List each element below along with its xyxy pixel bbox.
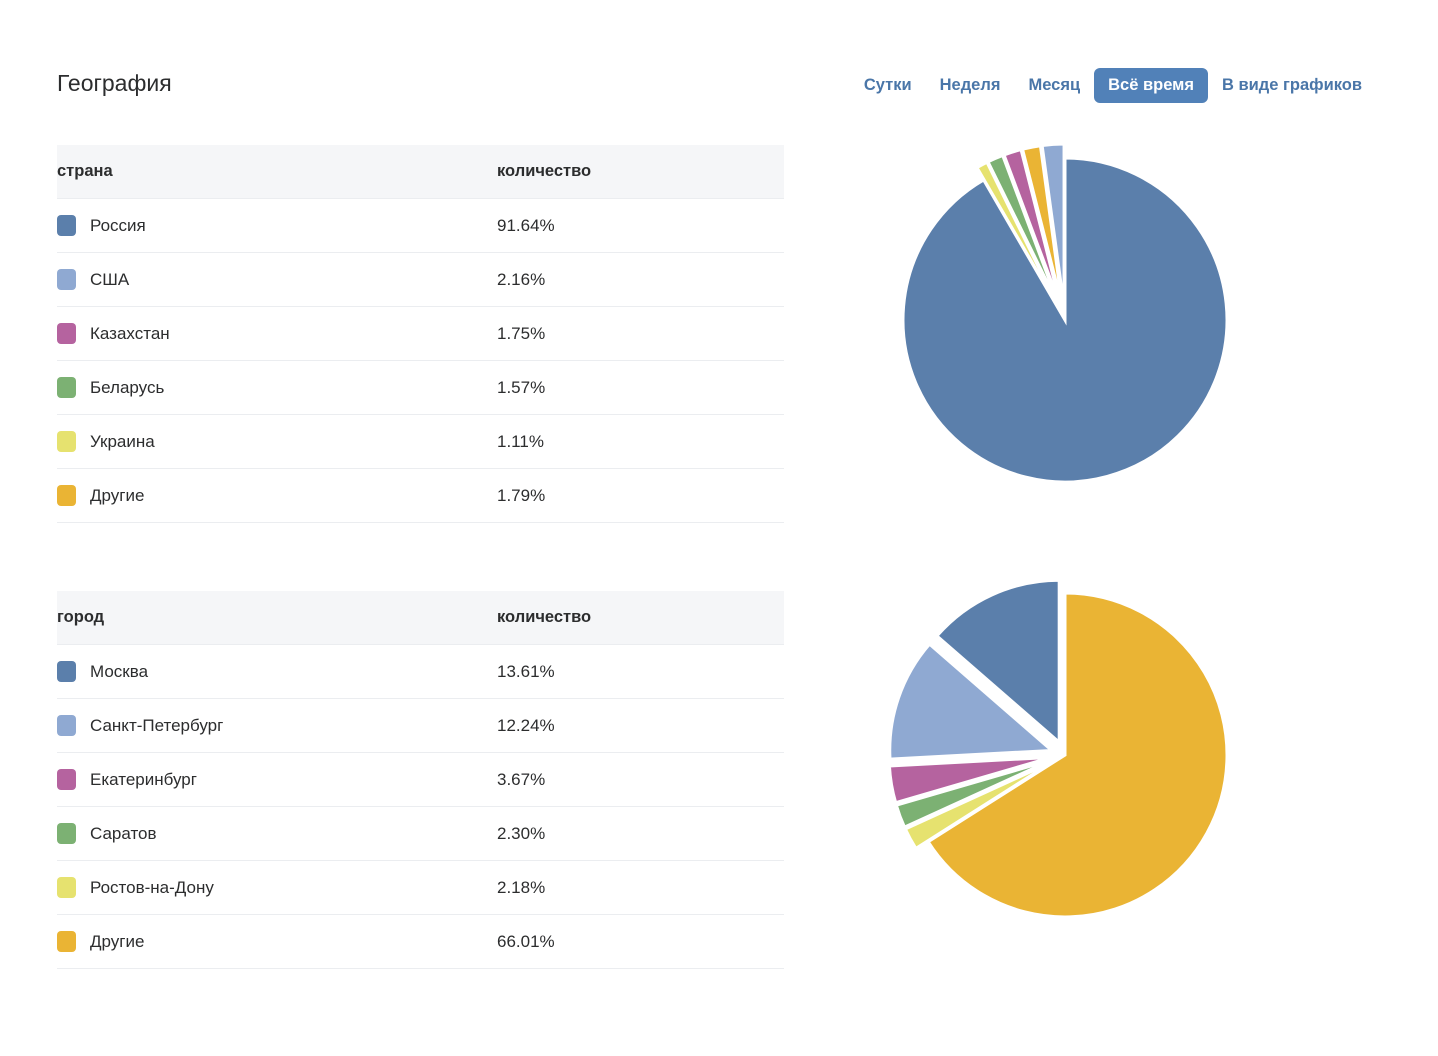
row-label: Россия — [90, 216, 146, 236]
row-name-cell: Санкт-Петербург — [57, 699, 497, 753]
table-row: Москва 13.61% — [57, 645, 784, 699]
legend-color-swatch-icon — [57, 269, 76, 290]
row-label: Другие — [90, 486, 144, 506]
countries-table-block: страна количество Россия91.64%США2.16%Ка… — [57, 145, 784, 523]
row-name-cell: Россия — [57, 199, 497, 253]
row-value: 13.61% — [497, 645, 784, 699]
legend-color-swatch-icon — [57, 877, 76, 898]
row-value: 1.79% — [497, 469, 784, 523]
legend-color-swatch-icon — [57, 323, 76, 344]
page-title: География — [57, 70, 172, 97]
countries-table-head: страна количество — [57, 145, 784, 199]
row-value: 1.11% — [497, 415, 784, 469]
legend-color-swatch-icon — [57, 715, 76, 736]
legend-color-swatch-icon — [57, 931, 76, 952]
row-value: 2.18% — [497, 861, 784, 915]
row-label: Саратов — [90, 824, 157, 844]
row-name-cell: Москва — [57, 645, 497, 699]
row-name-cell: Екатеринбург — [57, 753, 497, 807]
countries-column-header-name: страна — [57, 145, 497, 199]
row-label: Украина — [90, 432, 155, 452]
row-name-cell: Ростов-на-Дону — [57, 861, 497, 915]
row-name-cell: США — [57, 253, 497, 307]
row-label: Санкт-Петербург — [90, 716, 223, 736]
tab-1[interactable]: Неделя — [926, 68, 1015, 103]
row-label: Ростов-на-Дону — [90, 878, 214, 898]
row-label: Другие — [90, 932, 144, 952]
legend-color-swatch-icon — [57, 377, 76, 398]
geography-stats-page: География СуткиНеделяМесяцВсё времяВ вид… — [0, 0, 1438, 1056]
page-header: География СуткиНеделяМесяцВсё времяВ вид… — [0, 0, 1438, 118]
tab-2[interactable]: Месяц — [1014, 68, 1094, 103]
legend-color-swatch-icon — [57, 823, 76, 844]
table-row: Санкт-Петербург 12.24% — [57, 699, 784, 753]
cities-column-header-value: количество — [497, 591, 784, 645]
table-header-row: город количество — [57, 591, 784, 645]
table-row: Екатеринбург 3.67% — [57, 753, 784, 807]
cities-table-block: город количество Москва13.61%Санкт-Петер… — [57, 591, 784, 969]
legend-color-swatch-icon — [57, 485, 76, 506]
table-row: Другие 66.01% — [57, 915, 784, 969]
row-value: 3.67% — [497, 753, 784, 807]
row-value: 1.75% — [497, 307, 784, 361]
row-name-cell: Беларусь — [57, 361, 497, 415]
table-row: Другие 1.79% — [57, 469, 784, 523]
row-value: 91.64% — [497, 199, 784, 253]
row-name-cell: Саратов — [57, 807, 497, 861]
legend-color-swatch-icon — [57, 769, 76, 790]
row-value: 2.16% — [497, 253, 784, 307]
row-value: 2.30% — [497, 807, 784, 861]
table-row: США 2.16% — [57, 253, 784, 307]
row-label: Москва — [90, 662, 148, 682]
row-name-cell: Другие — [57, 469, 497, 523]
row-value: 1.57% — [497, 361, 784, 415]
tab-0[interactable]: Сутки — [850, 68, 926, 103]
countries-table: страна количество Россия91.64%США2.16%Ка… — [57, 145, 784, 523]
tab-3[interactable]: Всё время — [1094, 68, 1208, 103]
row-label: США — [90, 270, 129, 290]
legend-color-swatch-icon — [57, 431, 76, 452]
row-name-cell: Казахстан — [57, 307, 497, 361]
table-header-row: страна количество — [57, 145, 784, 199]
countries-column-header-value: количество — [497, 145, 784, 199]
countries-table-body: Россия91.64%США2.16%Казахстан1.75%Белару… — [57, 199, 784, 523]
row-name-cell: Украина — [57, 415, 497, 469]
cities-pie-chart — [855, 555, 1275, 955]
row-label: Казахстан — [90, 324, 170, 344]
table-row: Россия 91.64% — [57, 199, 784, 253]
row-label: Беларусь — [90, 378, 164, 398]
row-label: Екатеринбург — [90, 770, 197, 790]
cities-table-body: Москва13.61%Санкт-Петербург12.24%Екатери… — [57, 645, 784, 969]
row-value: 12.24% — [497, 699, 784, 753]
legend-color-swatch-icon — [57, 215, 76, 236]
countries-pie-chart — [855, 120, 1275, 520]
period-tabs: СуткиНеделяМесяцВсё времяВ виде графиков — [850, 68, 1376, 103]
tab-4[interactable]: В виде графиков — [1208, 68, 1376, 103]
table-row: Казахстан 1.75% — [57, 307, 784, 361]
table-row: Ростов-на-Дону 2.18% — [57, 861, 784, 915]
cities-column-header-name: город — [57, 591, 497, 645]
row-name-cell: Другие — [57, 915, 497, 969]
cities-table: город количество Москва13.61%Санкт-Петер… — [57, 591, 784, 969]
legend-color-swatch-icon — [57, 661, 76, 682]
table-row: Украина 1.11% — [57, 415, 784, 469]
cities-table-head: город количество — [57, 591, 784, 645]
table-row: Саратов 2.30% — [57, 807, 784, 861]
table-row: Беларусь 1.57% — [57, 361, 784, 415]
row-value: 66.01% — [497, 915, 784, 969]
